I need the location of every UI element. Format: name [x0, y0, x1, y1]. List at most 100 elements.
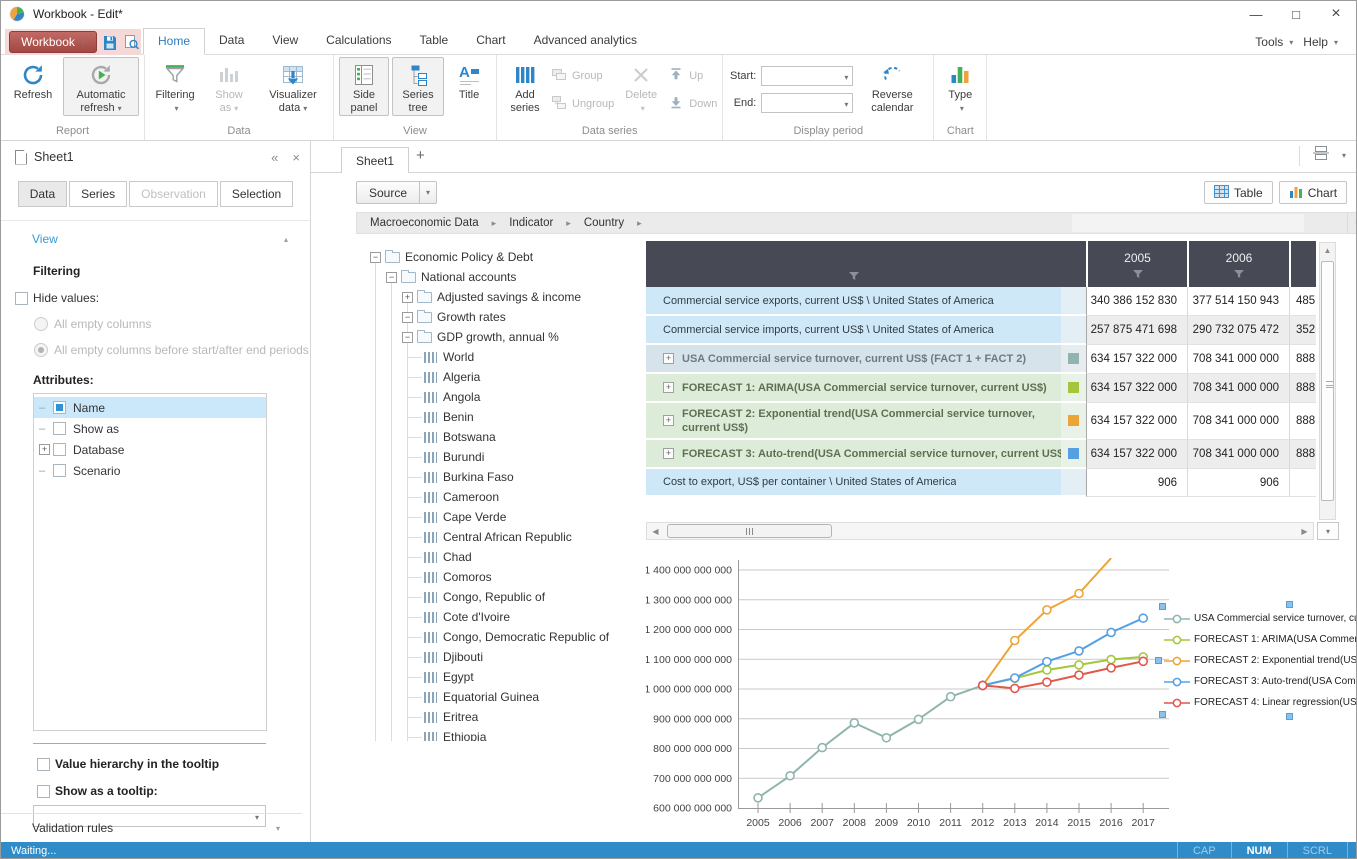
- filter-icon[interactable]: [1132, 269, 1144, 279]
- table-header-year-2005[interactable]: 2005: [1086, 241, 1187, 287]
- source-button[interactable]: Source ▾: [356, 181, 437, 204]
- radio-icon[interactable]: [34, 343, 48, 357]
- filtering-button[interactable]: Filtering▾: [150, 57, 200, 116]
- scroll-up-icon[interactable]: ▲: [1320, 243, 1335, 258]
- cell-value[interactable]: 906: [1086, 469, 1187, 497]
- tree-item[interactable]: Cape Verde: [356, 507, 644, 527]
- tree-item[interactable]: Congo, Democratic Republic of: [356, 627, 644, 647]
- checkbox[interactable]: [53, 464, 66, 477]
- ungroup-button[interactable]: Ungroup: [551, 94, 614, 113]
- legend-item[interactable]: USA Commercial service turnover, curren: [1164, 608, 1356, 629]
- show-as-tooltip-checkbox-row[interactable]: Show as a tooltip:: [37, 784, 310, 798]
- menu-tab-view[interactable]: View: [258, 28, 312, 54]
- vertical-scrollbar[interactable]: ▲: [1319, 242, 1336, 520]
- cell-value[interactable]: 906: [1187, 469, 1289, 497]
- tree-item[interactable]: Ethiopia: [356, 727, 644, 741]
- radio-icon[interactable]: [34, 317, 48, 331]
- checkbox[interactable]: [53, 401, 66, 414]
- tools-menu[interactable]: Tools: [1255, 35, 1283, 49]
- menu-tab-data[interactable]: Data: [205, 28, 258, 54]
- cell-value[interactable]: 708 341 000 000: [1187, 440, 1289, 469]
- legend-item[interactable]: FORECAST 2: Exponential trend(USA Com: [1164, 650, 1356, 671]
- collapse-icon[interactable]: −: [386, 272, 397, 283]
- title-button[interactable]: A Title: [447, 57, 491, 103]
- table-view-button[interactable]: Table: [1204, 181, 1273, 204]
- tree-item[interactable]: Benin: [356, 407, 644, 427]
- tree-item[interactable]: Cameroon: [356, 487, 644, 507]
- show-as-button[interactable]: Show as▾: [203, 57, 255, 116]
- selection-handle[interactable]: [1155, 657, 1162, 664]
- breadcrumb[interactable]: Macroeconomic Data▸Indicator▸Country▸ ▾: [356, 212, 1356, 234]
- automatic-refresh-button[interactable]: Automatic refresh▾: [63, 57, 139, 116]
- checkbox[interactable]: [37, 758, 50, 771]
- tree-item[interactable]: Burkina Faso: [356, 467, 644, 487]
- scrollbar-thumb[interactable]: [667, 524, 832, 538]
- collapse-icon[interactable]: −: [402, 312, 413, 323]
- menu-tab-table[interactable]: Table: [406, 28, 463, 54]
- cell-value[interactable]: 634 157 322 000: [1086, 440, 1187, 469]
- cell-value[interactable]: 708 341 000 000: [1187, 374, 1289, 403]
- cell-value[interactable]: 634 157 322 000: [1086, 403, 1187, 440]
- value-hierarchy-checkbox-row[interactable]: Value hierarchy in the tooltip: [37, 757, 310, 771]
- tree-item[interactable]: Burundi: [356, 447, 644, 467]
- attribute-row-name[interactable]: –Name: [34, 397, 266, 418]
- attribute-row-database[interactable]: +Database: [34, 439, 266, 460]
- table-row[interactable]: Commercial service imports, current US$ …: [646, 316, 1316, 345]
- scroll-right-icon[interactable]: ▶: [1296, 523, 1313, 539]
- tree-item[interactable]: World: [356, 347, 644, 367]
- cell-value[interactable]: 708 341 000 000: [1187, 403, 1289, 440]
- tree-item[interactable]: Djibouti: [356, 647, 644, 667]
- breadcrumb-dropdown[interactable]: ▾: [1347, 213, 1356, 233]
- chevron-down-icon[interactable]: ▾: [1342, 151, 1346, 160]
- refresh-button[interactable]: Refresh: [6, 57, 60, 103]
- legend-item[interactable]: FORECAST 3: Auto-trend(USA Commercia: [1164, 671, 1356, 692]
- help-menu[interactable]: Help: [1303, 35, 1328, 49]
- radio-all-empty-before-after[interactable]: All empty columns before start/after end…: [34, 343, 310, 357]
- expand-icon[interactable]: +: [402, 292, 413, 303]
- table-dropdown-button[interactable]: ▾: [1317, 522, 1339, 540]
- tree-item[interactable]: Equatorial Guinea: [356, 687, 644, 707]
- table-row[interactable]: +USA Commercial service turnover, curren…: [646, 345, 1316, 374]
- menu-tab-calculations[interactable]: Calculations: [312, 28, 405, 54]
- tree-item[interactable]: −Economic Policy & Debt: [356, 247, 644, 267]
- tree-item[interactable]: −National accounts: [356, 267, 644, 287]
- legend-item[interactable]: FORECAST 1: ARIMA(USA Commercial se: [1164, 629, 1356, 650]
- sidebar-tab-data[interactable]: Data: [18, 181, 67, 207]
- workbook-menu-button[interactable]: Workbook ▾: [9, 31, 97, 53]
- reverse-calendar-button[interactable]: Reverse calendar: [856, 57, 928, 116]
- breadcrumb-item[interactable]: Macroeconomic Data: [370, 217, 479, 229]
- close-panel-icon[interactable]: ×: [292, 150, 300, 165]
- tree-item[interactable]: −Growth rates: [356, 307, 644, 327]
- attribute-row-scenario[interactable]: –Scenario: [34, 460, 266, 481]
- selection-handle[interactable]: [1286, 601, 1293, 608]
- sidebar-tab-observation[interactable]: Observation: [129, 181, 218, 207]
- expand-icon[interactable]: +: [663, 353, 674, 364]
- hide-values-checkbox-row[interactable]: Hide values:: [15, 291, 310, 305]
- collapse-icon[interactable]: −: [370, 252, 381, 263]
- checkbox[interactable]: [15, 292, 28, 305]
- down-button[interactable]: Down: [668, 94, 717, 113]
- layout-icon[interactable]: [1312, 145, 1330, 166]
- start-period-select[interactable]: ▾: [761, 66, 853, 86]
- group-button[interactable]: Group: [551, 66, 614, 85]
- maximize-button[interactable]: □: [1276, 2, 1316, 26]
- radio-all-empty-columns[interactable]: All empty columns: [34, 317, 310, 331]
- sidebar-tab-selection[interactable]: Selection: [220, 181, 293, 207]
- tree-item[interactable]: −GDP growth, annual %: [356, 327, 644, 347]
- tree-item[interactable]: Cote d'Ivoire: [356, 607, 644, 627]
- table-row[interactable]: +FORECAST 2: Exponential trend(USA Comme…: [646, 403, 1316, 440]
- collapse-icon[interactable]: −: [402, 332, 413, 343]
- chart-type-button[interactable]: Type▾: [939, 57, 981, 116]
- add-sheet-button[interactable]: +: [416, 147, 425, 164]
- expand-icon[interactable]: +: [663, 448, 674, 459]
- breadcrumb-item[interactable]: Indicator: [509, 217, 553, 229]
- selection-handle[interactable]: [1159, 603, 1166, 610]
- cell-value[interactable]: 634 157 322 000: [1086, 345, 1187, 374]
- tree-item[interactable]: Algeria: [356, 367, 644, 387]
- delete-button[interactable]: Delete▾: [617, 57, 665, 116]
- scrollbar-thumb[interactable]: [1321, 261, 1334, 501]
- visualizer-data-button[interactable]: Visualizer data▾: [258, 57, 328, 116]
- cell-value[interactable]: 377 514 150 943: [1187, 287, 1289, 316]
- chart-view-button[interactable]: Chart: [1279, 181, 1347, 204]
- close-button[interactable]: ×: [1316, 2, 1356, 26]
